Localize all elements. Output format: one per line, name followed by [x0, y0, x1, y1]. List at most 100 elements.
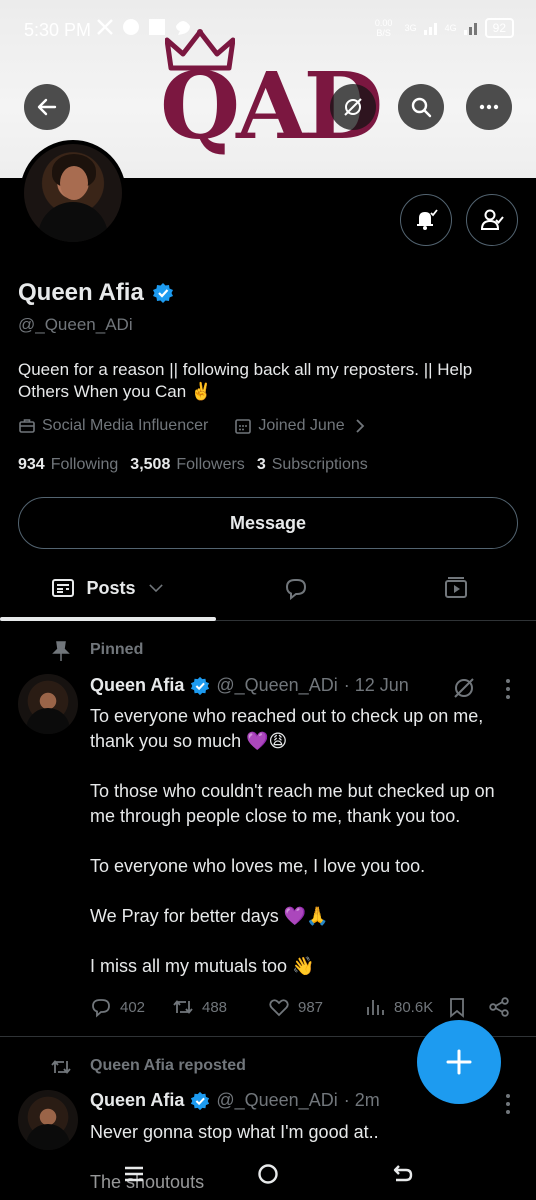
back-button[interactable] — [24, 84, 70, 130]
profile-handle: @_Queen_ADi — [18, 315, 133, 334]
post-avatar-dress — [26, 708, 70, 734]
grok-icon[interactable] — [452, 676, 476, 700]
reply-icon — [92, 999, 110, 1018]
bookmark-icon[interactable] — [446, 996, 468, 1018]
views-action[interactable]: 80.6K — [364, 996, 456, 1018]
reply-action[interactable]: 402 — [90, 996, 172, 1018]
tab-replies[interactable] — [216, 557, 376, 619]
more-options-button[interactable] — [466, 84, 512, 130]
arrow-left-icon — [37, 98, 57, 116]
post-avatar-dress — [26, 1124, 70, 1150]
chat-app-icon — [176, 21, 190, 35]
profession-item: Social Media Influencer — [18, 417, 208, 435]
post-paragraph: To everyone who reached out to check up … — [90, 706, 484, 751]
calendar-icon — [235, 419, 252, 434]
repost-icon — [173, 1000, 193, 1014]
post-more-icon[interactable] — [504, 678, 512, 700]
followers-link[interactable]: 3,508 Followers — [130, 456, 245, 474]
circle-app-icon — [123, 19, 139, 35]
post-more-icon[interactable] — [504, 1093, 512, 1115]
battery-indicator: 92 — [484, 18, 514, 38]
post-paragraph: To those who couldn't reach me but check… — [90, 781, 495, 826]
net-4g-label: 4G — [444, 23, 457, 33]
notifications-button[interactable] — [400, 194, 452, 246]
profile-name: Queen Afia — [18, 279, 144, 306]
following-link[interactable]: 934 Following — [18, 456, 118, 474]
followers-count: 3,508 — [130, 456, 171, 473]
profile-name-row: Queen Afia — [18, 279, 174, 307]
profile-avatar[interactable] — [20, 140, 126, 246]
post-avatar[interactable] — [18, 1090, 78, 1150]
net-speed: 0.00 B/S — [374, 18, 393, 38]
reposted-label[interactable]: Queen Afia reposted — [90, 1057, 246, 1075]
signal-3g-icon — [423, 23, 437, 35]
recent-apps-icon[interactable] — [120, 1160, 148, 1188]
verified-badge-icon[interactable] — [152, 282, 174, 304]
reply-count: 402 — [120, 998, 146, 1016]
following-count: 934 — [18, 456, 45, 473]
signal-4g-icon — [463, 23, 477, 35]
following-button[interactable] — [466, 194, 518, 246]
chevron-right-icon — [355, 419, 364, 433]
post-author[interactable]: Queen Afia — [90, 675, 184, 696]
avatar-dress — [38, 202, 108, 242]
post-header: Queen Afia @_Queen_ADi · 12 Jun — [90, 675, 409, 696]
repost-icon — [51, 1060, 71, 1074]
joined-item[interactable]: Joined June — [234, 417, 368, 435]
bell-check-icon — [417, 209, 438, 230]
post-time: · 12 Jun — [343, 675, 409, 695]
following-label: Following — [50, 456, 119, 473]
profile-tabs: Posts — [0, 557, 536, 621]
message-button[interactable]: Message — [18, 497, 518, 549]
share-icon[interactable] — [488, 996, 510, 1018]
profession-label: Social Media Influencer — [42, 417, 209, 434]
like-count: 987 — [298, 998, 324, 1016]
subscriptions-label: Subscriptions — [271, 456, 368, 473]
search-icon — [411, 97, 432, 118]
briefcase-icon — [19, 419, 35, 433]
tab-media[interactable] — [376, 557, 536, 619]
search-button[interactable] — [398, 84, 444, 130]
profile-meta: Social Media Influencer Joined June — [18, 417, 369, 435]
square-app-icon — [149, 19, 165, 35]
avatar-face — [60, 166, 88, 200]
plus-icon — [446, 1049, 472, 1075]
post-header: Queen Afia @_Queen_ADi · 2m — [90, 1090, 380, 1111]
post-paragraph: To everyone who loves me, I love you too… — [90, 856, 426, 876]
tab-posts-label: Posts — [86, 577, 136, 598]
post-handle[interactable]: @_Queen_ADi — [216, 1090, 337, 1111]
net-3g-label: 3G — [404, 23, 417, 33]
system-nav-bar — [0, 1150, 536, 1200]
post-paragraph: I miss all my mutuals too 👋 — [90, 956, 315, 976]
post-text[interactable]: To everyone who reached out to check up … — [90, 704, 520, 1004]
post-avatar[interactable] — [18, 674, 78, 734]
back-nav-icon[interactable] — [388, 1160, 416, 1188]
heart-icon — [269, 999, 289, 1017]
post-paragraph: We Pray for better days 💜🙏 — [90, 906, 329, 926]
post-author[interactable]: Queen Afia — [90, 1090, 184, 1111]
verified-badge-icon — [191, 676, 210, 695]
profile-bio: Queen for a reason || following back all… — [18, 360, 473, 401]
status-bar: 5:30 PM 0.00 B/S 3G 4G 92 — [0, 0, 536, 60]
tab-posts[interactable]: Posts — [0, 557, 216, 619]
repost-count: 488 — [202, 998, 228, 1016]
compose-post-button[interactable] — [417, 1020, 501, 1104]
views-count: 80.6K — [394, 998, 434, 1016]
grok-icon — [344, 98, 362, 116]
more-horizontal-icon — [479, 104, 499, 110]
grok-button[interactable] — [330, 84, 376, 130]
post-actions: 402 488 987 80.6K — [90, 996, 520, 1018]
views-chart-icon — [367, 1000, 384, 1015]
post-handle[interactable]: @_Queen_ADi — [216, 675, 337, 696]
tab-active-indicator — [0, 617, 216, 621]
status-right-icons: 0.00 B/S 3G 4G 92 — [369, 18, 514, 38]
joined-label: Joined June — [258, 417, 345, 434]
home-icon[interactable] — [254, 1160, 282, 1188]
profile-counts: 934 Following 3,508 Followers 3 Subscriptio… — [18, 456, 368, 474]
repost-action[interactable]: 488 — [172, 996, 268, 1018]
subscriptions-count: 3 — [256, 456, 266, 473]
verified-badge-icon — [191, 1091, 210, 1110]
followers-label: Followers — [176, 456, 245, 473]
like-action[interactable]: 987 — [268, 996, 364, 1018]
subscriptions-link[interactable]: 3 Subscriptions — [257, 456, 368, 474]
